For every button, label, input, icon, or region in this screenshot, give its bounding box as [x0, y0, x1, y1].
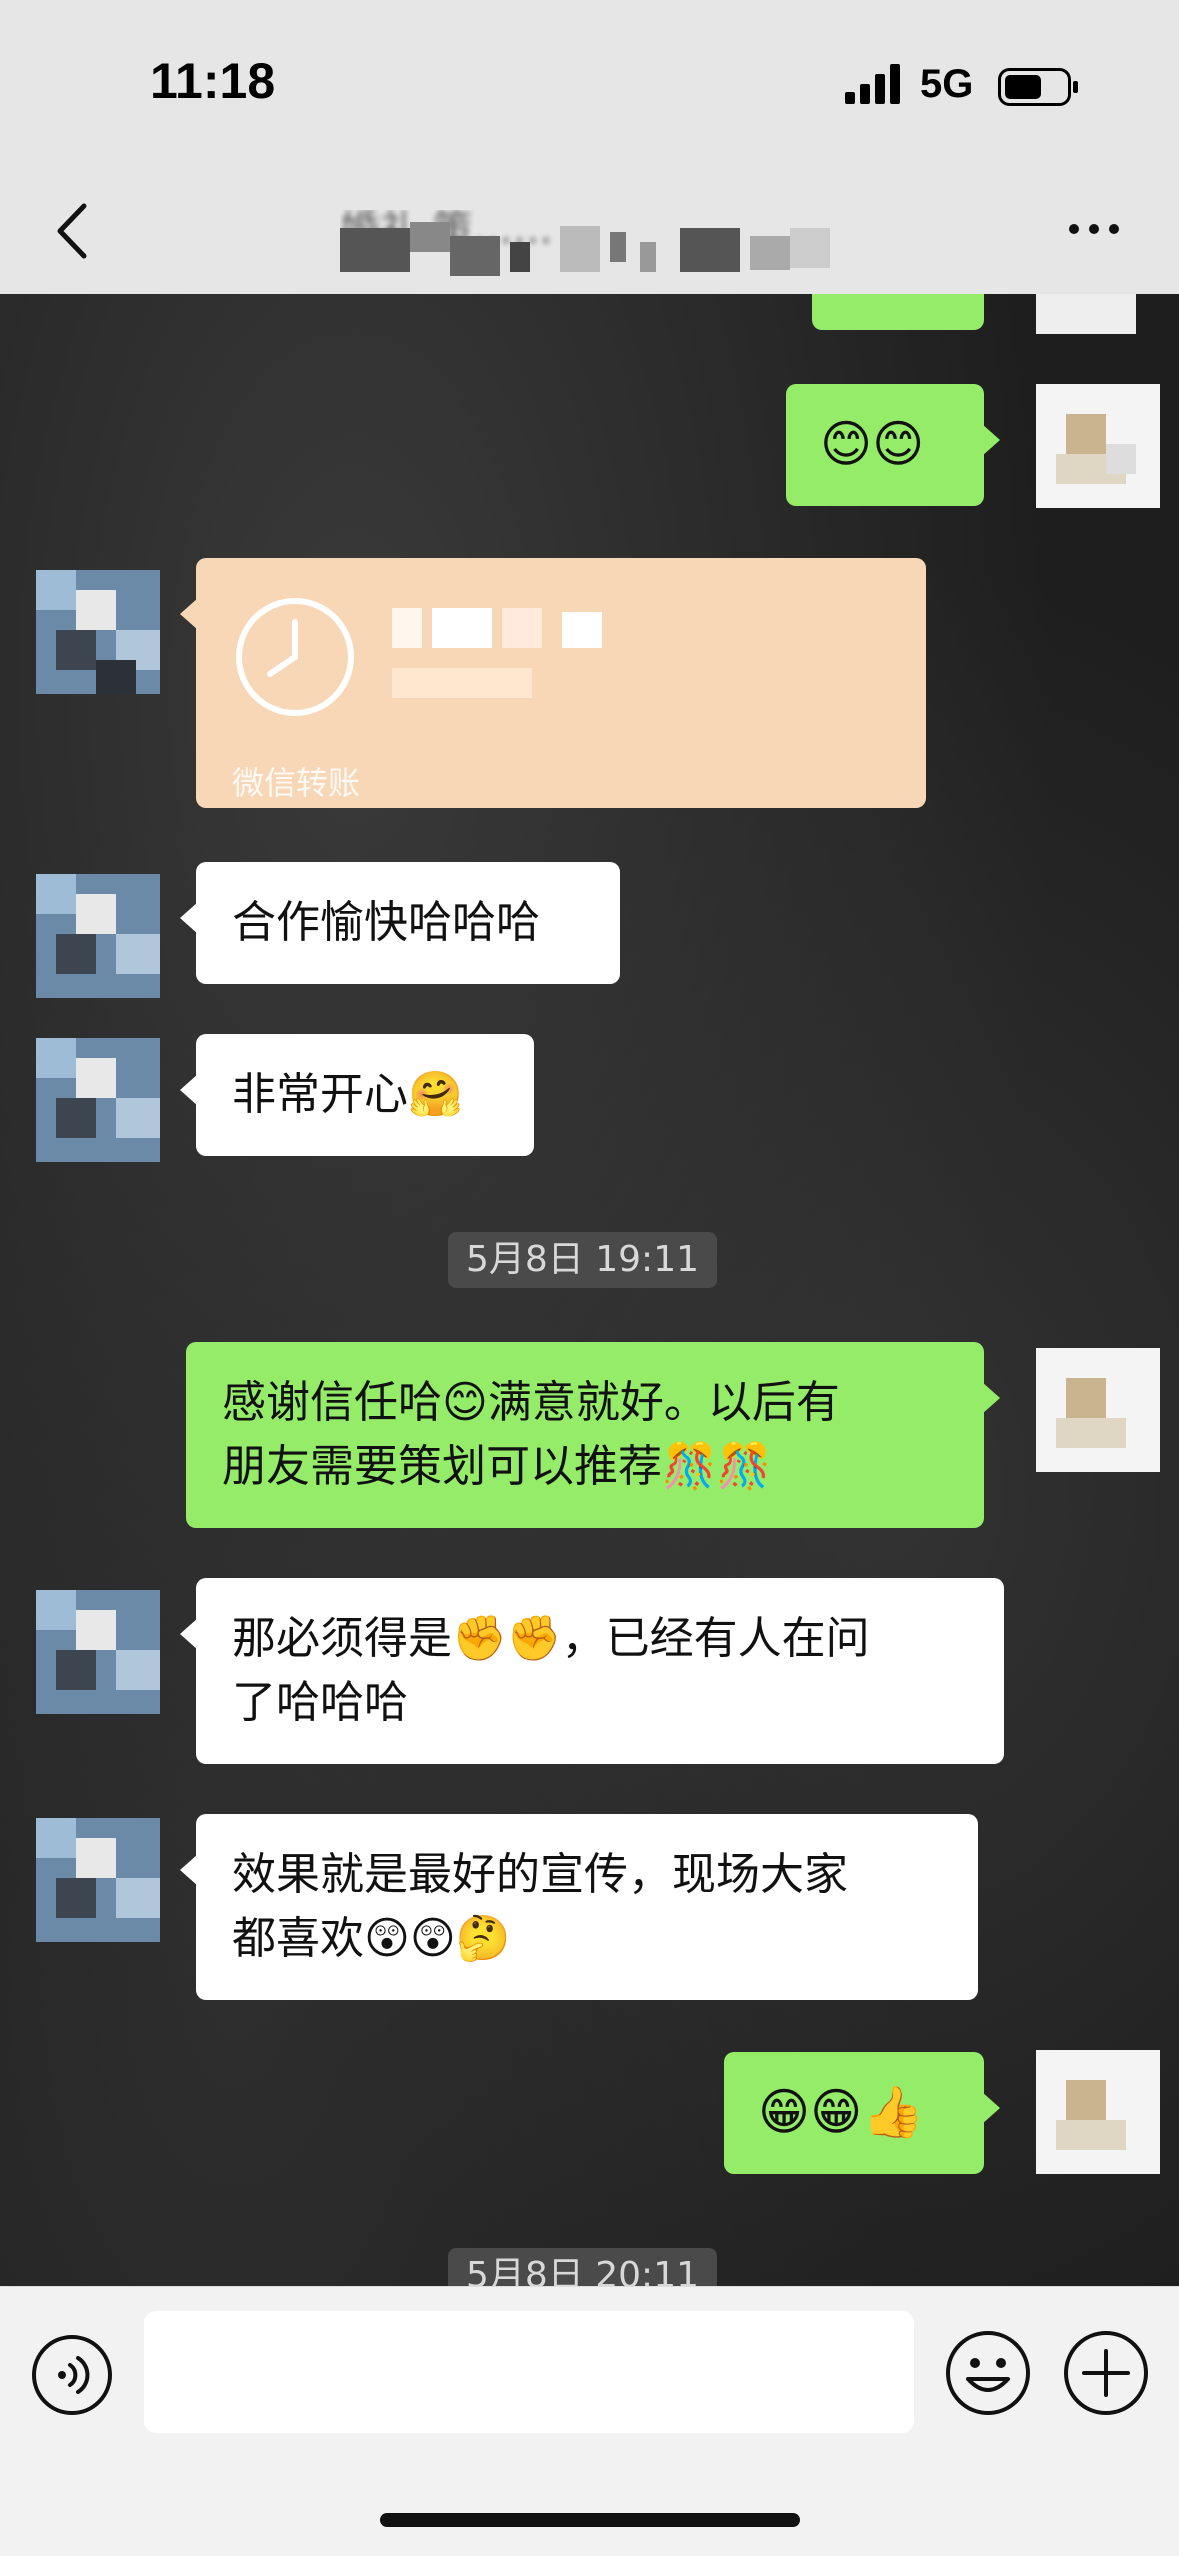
avatar-contact[interactable] [36, 1590, 160, 1714]
transfer-amount-mosaic [392, 608, 602, 698]
message-line-1: 效果就是最好的宣传，现场大家 [232, 1849, 848, 1900]
message-line-1: 感谢信任哈😊满意就好。以后有 [222, 1377, 840, 1428]
message-line-1: 那必须得是✊✊，已经有人在问 [232, 1613, 870, 1664]
message-text: 😊😊 [820, 415, 925, 473]
transfer-card[interactable]: 微信转账 [180, 558, 926, 808]
home-indicator [380, 2513, 800, 2527]
status-time: 11:18 [150, 53, 276, 109]
plus-icon[interactable] [1062, 2329, 1150, 2417]
message-line-2: 朋友需要策划可以推荐🎊🎊 [222, 1441, 772, 1492]
message-line-2: 了哈哈哈 [232, 1677, 408, 1728]
transfer-clock-icon [236, 598, 354, 716]
message-line-2: 都喜欢😲😲🤔 [232, 1913, 511, 1964]
message-text: 😁😁👍 [758, 2083, 925, 2141]
chevron-left-icon[interactable] [44, 196, 104, 266]
message-input[interactable] [144, 2311, 914, 2433]
title-mosaic [340, 222, 830, 276]
message-bubble-incoming[interactable]: 合作愉快哈哈哈 [180, 862, 620, 984]
message-bubble-incoming[interactable]: 效果就是最好的宣传，现场大家 都喜欢😲😲🤔 [180, 1814, 978, 2000]
avatar-self[interactable] [1036, 1348, 1160, 1472]
partial-avatar [1036, 294, 1136, 334]
partial-bubble [812, 294, 984, 330]
message-bubble-outgoing[interactable]: 😁😁👍 [724, 2052, 1000, 2174]
input-bar [0, 2286, 1179, 2556]
chat-title: 婚礼 策…… [340, 210, 840, 276]
avatar-contact[interactable] [36, 570, 160, 694]
message-bubble-outgoing[interactable]: 😊😊 [786, 384, 1000, 506]
chat-area[interactable]: 😊😊 微信转账 合作愉快哈哈哈 非常开心🤗 5月8日 19:11 感谢信任哈😊满… [0, 294, 1179, 2286]
status-bar: 11:18 5G [0, 0, 1179, 170]
ellipsis-icon[interactable] [1064, 204, 1124, 254]
emoji-icon[interactable] [944, 2329, 1032, 2417]
network-label: 5G [920, 62, 974, 106]
transfer-label: 微信转账 [232, 764, 361, 802]
avatar-contact[interactable] [36, 1038, 160, 1162]
time-divider: 5月8日 19:11 [448, 1232, 717, 1288]
avatar-contact[interactable] [36, 1818, 160, 1942]
message-text: 非常开心🤗 [232, 1069, 463, 1120]
message-text: 合作愉快哈哈哈 [232, 897, 540, 948]
avatar-self[interactable] [1036, 2050, 1160, 2174]
message-bubble-incoming[interactable]: 非常开心🤗 [180, 1034, 534, 1156]
message-bubble-incoming[interactable]: 那必须得是✊✊，已经有人在问 了哈哈哈 [180, 1578, 1004, 1764]
message-bubble-outgoing[interactable]: 感谢信任哈😊满意就好。以后有 朋友需要策划可以推荐🎊🎊 [186, 1342, 1000, 1528]
time-divider: 5月8日 20:11 [448, 2248, 717, 2286]
avatar-contact[interactable] [36, 874, 160, 998]
battery-icon [998, 68, 1078, 106]
avatar-self[interactable] [1036, 384, 1160, 508]
voice-icon[interactable] [30, 2333, 114, 2417]
signal-icon [845, 64, 900, 104]
nav-bar: 婚礼 策…… [0, 170, 1179, 294]
